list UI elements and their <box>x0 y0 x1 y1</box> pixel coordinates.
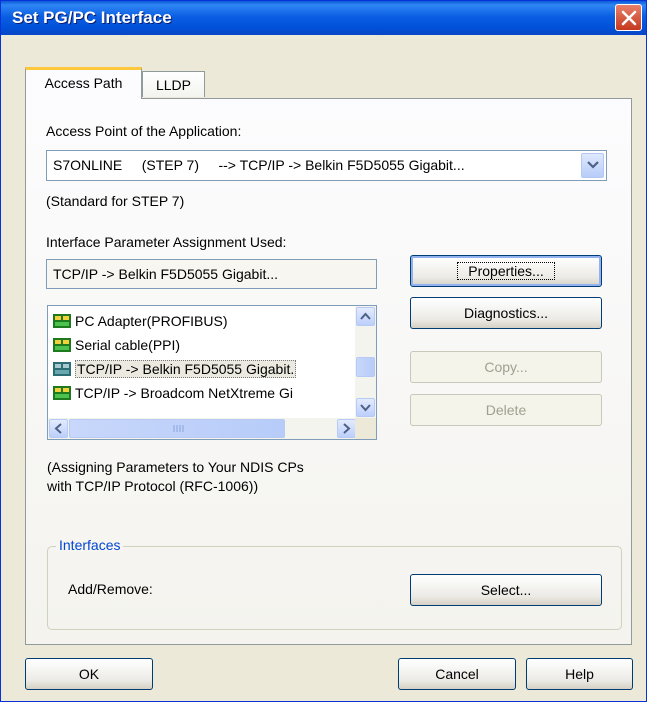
properties-button-label: Properties... <box>457 262 555 280</box>
arrow-right-icon <box>343 423 351 434</box>
diagnostics-button-label: Diagnostics... <box>463 305 549 321</box>
arrow-up-icon <box>360 312 371 320</box>
scrollbar-corner <box>355 418 376 439</box>
delete-button-label: Delete <box>485 402 527 418</box>
description-line-1: (Assigning Parameters to Your NDIS CPs <box>47 459 304 475</box>
horizontal-scroll-thumb[interactable] <box>69 419 285 438</box>
access-point-note: (Standard for STEP 7) <box>46 193 185 209</box>
grip-icon <box>173 425 184 432</box>
arrow-left-icon <box>54 423 62 434</box>
network-card-icon <box>53 386 71 400</box>
delete-button[interactable]: Delete <box>410 394 602 426</box>
title-bar[interactable]: Set PG/PC Interface <box>1 1 646 35</box>
interface-param-label: Interface Parameter Assignment Used: <box>46 234 287 250</box>
add-remove-label: Add/Remove: <box>68 581 153 597</box>
tab-access-path[interactable]: Access Path <box>25 67 142 99</box>
select-button[interactable]: Select... <box>410 574 602 606</box>
copy-button[interactable]: Copy... <box>410 351 602 383</box>
scroll-down-button[interactable] <box>356 398 375 417</box>
ok-button-label: OK <box>78 666 100 682</box>
diagnostics-button[interactable]: Diagnostics... <box>410 297 602 329</box>
list-item[interactable]: PC Adapter(PROFIBUS) <box>53 313 228 336</box>
tab-label: LLDP <box>155 77 192 93</box>
window-title: Set PG/PC Interface <box>12 8 172 27</box>
list-item-label: TCP/IP -> Belkin F5D5055 Gigabit. <box>75 360 297 378</box>
vertical-scrollbar[interactable] <box>355 306 376 419</box>
help-button-label: Help <box>565 666 594 682</box>
description-line-2: with TCP/IP Protocol (RFC-1006)) <box>47 478 259 494</box>
properties-button[interactable]: Properties... <box>410 255 602 287</box>
interface-param-field: TCP/IP -> Belkin F5D5055 Gigabit... <box>46 259 377 289</box>
serial-cable-icon <box>53 338 71 352</box>
tab-label: Access Path <box>44 75 123 91</box>
select-button-label: Select... <box>480 582 532 598</box>
interface-param-value: TCP/IP -> Belkin F5D5055 Gigabit... <box>53 266 279 282</box>
set-pg-pc-interface-dialog: Set PG/PC Interface Access Path LLDP Acc… <box>0 0 647 702</box>
pc-adapter-icon <box>53 314 71 328</box>
list-item-label: PC Adapter(PROFIBUS) <box>75 313 228 329</box>
cancel-button-label: Cancel <box>435 666 479 682</box>
vertical-scroll-thumb[interactable] <box>356 357 375 377</box>
horizontal-scrollbar[interactable] <box>48 418 357 439</box>
help-button[interactable]: Help <box>526 658 633 690</box>
chevron-down-icon <box>587 161 599 169</box>
close-icon <box>621 10 637 26</box>
interface-list[interactable]: PC Adapter(PROFIBUS) Serial cable(PPI) T… <box>47 305 377 440</box>
close-button[interactable] <box>615 4 642 31</box>
tab-lldp[interactable]: LLDP <box>142 71 205 97</box>
list-item-selected[interactable]: TCP/IP -> Belkin F5D5055 Gigabit. <box>53 360 297 384</box>
scroll-up-button[interactable] <box>356 307 375 326</box>
access-point-value: S7ONLINE (STEP 7) --> TCP/IP -> Belkin F… <box>53 157 465 173</box>
ok-button[interactable]: OK <box>25 658 153 690</box>
cancel-button[interactable]: Cancel <box>398 658 516 690</box>
copy-button-label: Copy... <box>484 359 528 375</box>
network-card-icon <box>53 362 71 376</box>
dropdown-button[interactable] <box>581 153 604 178</box>
access-point-dropdown[interactable]: S7ONLINE (STEP 7) --> TCP/IP -> Belkin F… <box>46 150 607 181</box>
list-item-label: TCP/IP -> Broadcom NetXtreme Gi <box>75 385 293 401</box>
list-item[interactable]: Serial cable(PPI) <box>53 337 180 360</box>
scroll-left-button[interactable] <box>49 419 68 438</box>
scroll-right-button[interactable] <box>337 419 356 438</box>
list-item[interactable]: TCP/IP -> Broadcom NetXtreme Gi <box>53 385 293 408</box>
list-item-label: Serial cable(PPI) <box>75 337 181 353</box>
interfaces-group-title: Interfaces <box>56 537 124 553</box>
access-point-label: Access Point of the Application: <box>46 123 242 139</box>
arrow-down-icon <box>360 404 371 412</box>
